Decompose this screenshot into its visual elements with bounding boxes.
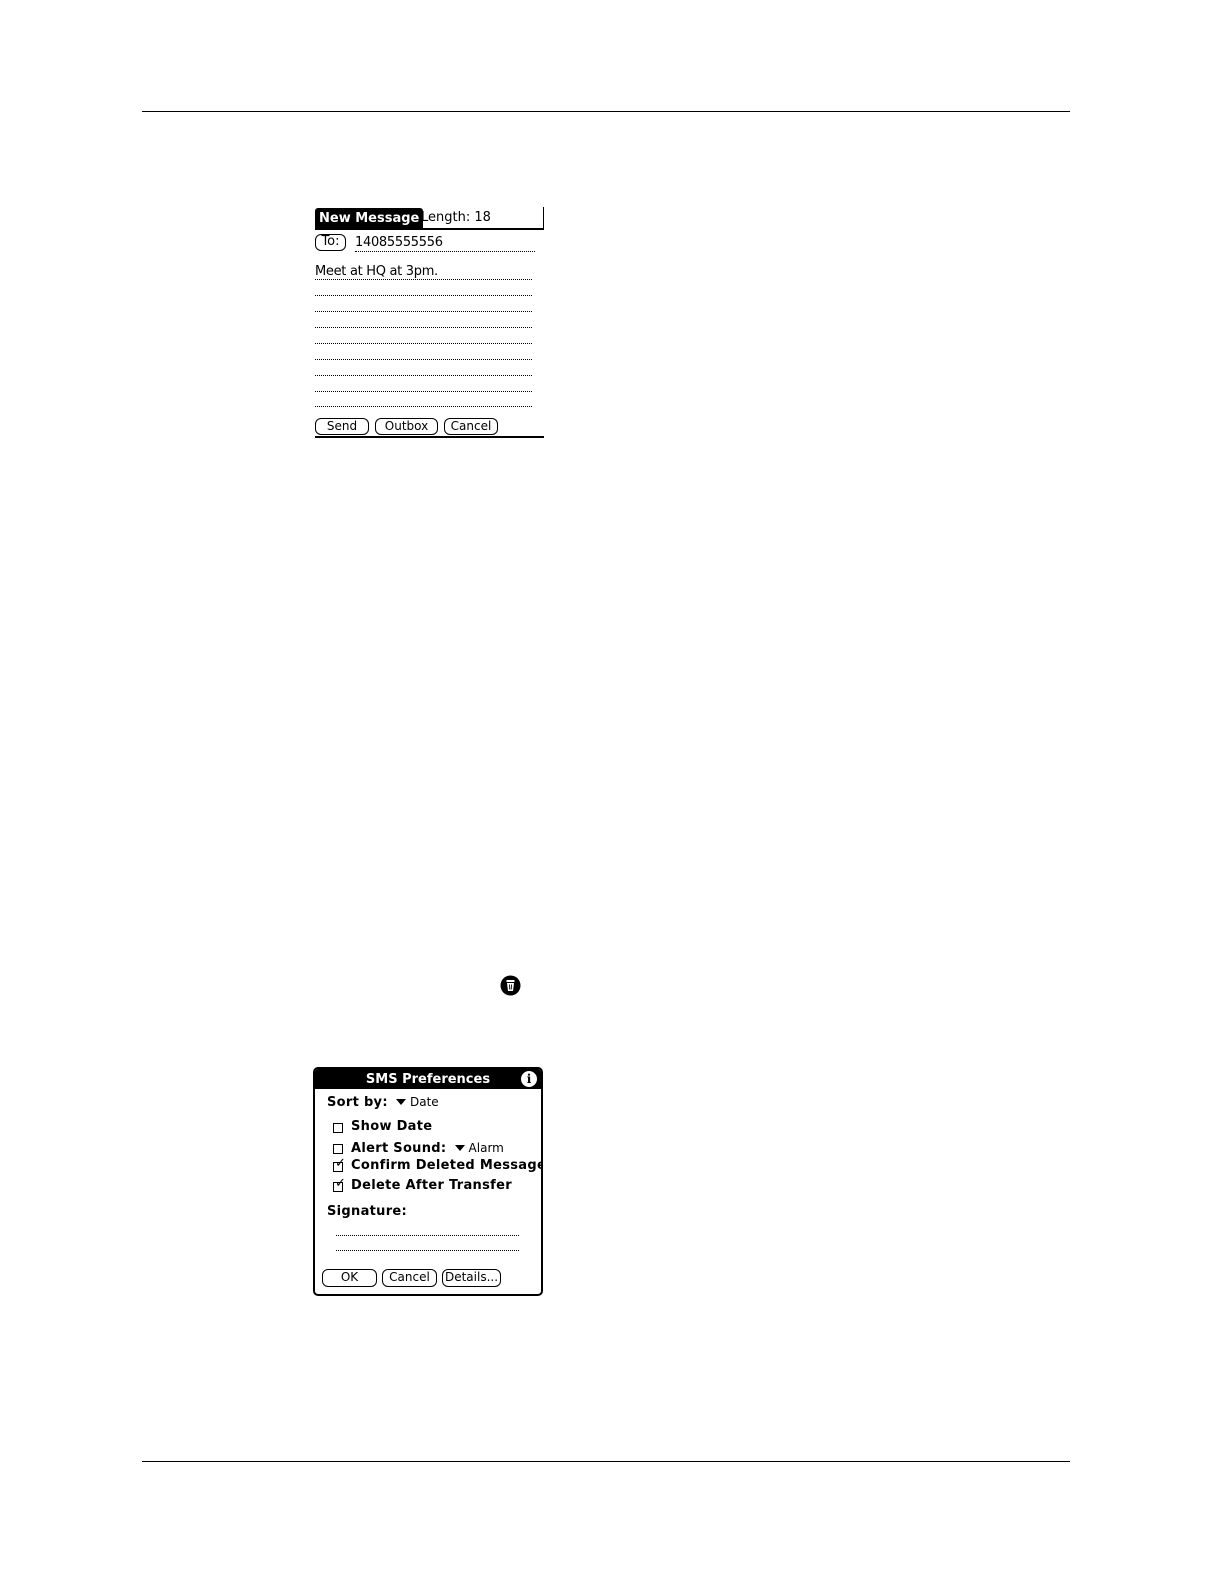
details-button[interactable]: Details...	[442, 1269, 501, 1287]
bottom-divider	[315, 436, 544, 438]
sort-by-row: Sort by: Date	[327, 1094, 439, 1111]
body-line	[315, 295, 532, 296]
title-edge	[543, 207, 544, 229]
dialog-title: SMS Preferences	[365, 1072, 491, 1087]
cancel-button[interactable]: Cancel	[444, 418, 498, 435]
body-line	[315, 279, 532, 280]
dropdown-arrow-icon	[454, 1144, 465, 1151]
body-line	[315, 406, 532, 407]
signature-label: Signature:	[327, 1204, 408, 1219]
sms-preferences-dialog: SMS Preferences i Sort by: Date Show Dat…	[313, 1067, 543, 1296]
delete-after-transfer-label: Delete After Transfer	[351, 1178, 512, 1193]
info-icon[interactable]: i	[521, 1071, 537, 1087]
body-line	[315, 391, 532, 392]
sort-by-value: Date	[409, 1095, 439, 1109]
ok-button[interactable]: OK	[322, 1269, 377, 1287]
title-divider	[315, 228, 544, 230]
alert-sound-checkbox[interactable]	[333, 1144, 343, 1154]
menu-icon	[500, 975, 521, 996]
message-body-field[interactable]: Meet at HQ at 3pm.	[315, 264, 438, 280]
body-line	[315, 327, 532, 328]
new-message-title: New Message	[315, 208, 424, 228]
header-rule	[142, 111, 1070, 112]
alert-sound-trigger[interactable]: Alarm	[451, 1141, 504, 1156]
to-button[interactable]: To:	[315, 234, 346, 251]
sort-by-label: Sort by:	[327, 1095, 388, 1110]
show-date-label: Show Date	[351, 1119, 433, 1134]
checkmark-icon: ✓	[335, 1176, 346, 1191]
confirm-deleted-checkbox[interactable]: ✓	[333, 1157, 346, 1172]
new-message-screen: New Message Length: 18 To: 14085555556 M…	[313, 207, 544, 438]
dialog-title-bar: SMS Preferences i	[315, 1069, 541, 1089]
confirm-deleted-label: Confirm Deleted Message	[351, 1158, 543, 1173]
alert-sound-label: Alert Sound:	[351, 1141, 447, 1156]
message-length: Length: 18	[421, 210, 491, 225]
to-field[interactable]: 14085555556	[355, 235, 443, 251]
body-line	[315, 375, 532, 376]
to-field-underline	[355, 251, 535, 252]
checkmark-icon: ✓	[335, 1156, 346, 1171]
signature-field[interactable]	[336, 1235, 519, 1236]
outbox-button[interactable]: Outbox	[375, 418, 438, 435]
sort-by-trigger[interactable]: Date	[392, 1095, 439, 1110]
send-button[interactable]: Send	[315, 418, 369, 435]
prefs-cancel-button[interactable]: Cancel	[382, 1269, 437, 1287]
alert-sound-value: Alarm	[468, 1141, 504, 1155]
signature-field[interactable]	[336, 1250, 519, 1251]
alert-sound-row: Alert Sound: Alarm	[351, 1140, 504, 1157]
body-line	[315, 311, 532, 312]
footer-rule	[142, 1461, 1070, 1462]
show-date-checkbox[interactable]	[333, 1123, 343, 1133]
delete-after-transfer-checkbox[interactable]: ✓	[333, 1177, 346, 1192]
body-line	[315, 343, 532, 344]
body-line	[315, 359, 532, 360]
dropdown-arrow-icon	[395, 1098, 406, 1105]
